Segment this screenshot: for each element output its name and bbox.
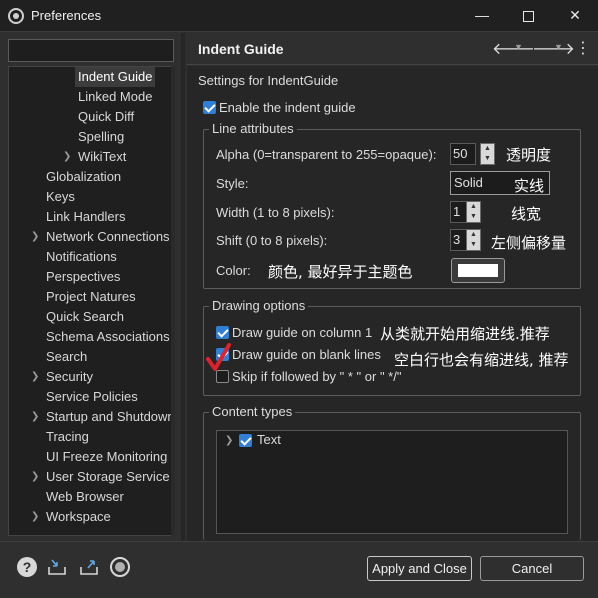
apply-and-close-button[interactable]: Apply and Close	[367, 556, 472, 581]
tree-item-user-storage-service[interactable]: User Storage Service	[46, 467, 170, 487]
tree-item-security[interactable]: Security	[46, 367, 93, 387]
forward-dropdown-icon[interactable]: ▼	[554, 42, 563, 52]
shift-annotation: 左侧偏移量	[491, 234, 567, 252]
color-label: Color:	[216, 263, 251, 278]
enable-indent-guide-label[interactable]: Enable the indent guide	[219, 100, 356, 115]
width-label: Width (1 to 8 pixels):	[216, 205, 335, 220]
spin-down-icon[interactable]: ▼	[467, 212, 480, 222]
tree-item-spelling[interactable]: Spelling	[78, 127, 124, 147]
skip-comment-checkbox[interactable]	[216, 370, 229, 383]
filter-input[interactable]	[8, 39, 174, 62]
width-annotation: 线宽	[511, 205, 542, 223]
spin-down-icon[interactable]: ▼	[481, 154, 494, 164]
alpha-spinner[interactable]: ▲ ▼	[480, 143, 495, 165]
preferences-tree[interactable]: Indent Guide Linked Mode Quick Diff Spel…	[8, 66, 174, 536]
maximize-button[interactable]	[505, 0, 551, 32]
window-title: Preferences	[31, 8, 102, 23]
style-value: Solid	[454, 175, 483, 190]
title-bar: Preferences — ✕	[0, 0, 598, 32]
chevron-right-icon[interactable]: ❯	[31, 367, 39, 387]
draw-blank-lines-label[interactable]: Draw guide on blank lines	[232, 347, 381, 362]
alpha-annotation: 透明度	[506, 146, 552, 164]
tree-item-perspectives[interactable]: Perspectives	[46, 267, 120, 287]
color-annotation: 颜色, 最好异于主题色	[268, 263, 413, 281]
sash-divider[interactable]	[181, 33, 185, 541]
chevron-right-icon[interactable]: ❯	[31, 407, 39, 427]
enable-indent-guide-checkbox[interactable]	[203, 101, 216, 114]
tree-item-globalization[interactable]: Globalization	[46, 167, 121, 187]
content-types-title: Content types	[209, 405, 296, 419]
tree-item-keys[interactable]: Keys	[46, 187, 75, 207]
draw-column1-checkbox[interactable]	[216, 326, 229, 339]
color-swatch	[458, 264, 498, 277]
tree-item-wikitext[interactable]: WikiText	[78, 147, 126, 167]
chevron-right-icon[interactable]: ❯	[31, 467, 39, 487]
tree-item-link-handlers[interactable]: Link Handlers	[46, 207, 126, 227]
chevron-right-icon[interactable]: ❯	[31, 227, 39, 247]
cancel-button[interactable]: Cancel	[480, 556, 584, 581]
tree-item-indent-guide[interactable]: Indent Guide	[75, 67, 156, 87]
page-title: Indent Guide	[198, 41, 284, 57]
content-type-text-checkbox[interactable]	[239, 434, 252, 447]
settings-label: Settings for IndentGuide	[198, 73, 339, 88]
draw-column1-label[interactable]: Draw guide on column 1	[232, 325, 372, 340]
chevron-right-icon[interactable]: ❯	[63, 147, 71, 167]
spin-up-icon[interactable]: ▲	[467, 230, 480, 240]
maximize-icon	[522, 10, 534, 22]
line-attributes-title: Line attributes	[209, 122, 297, 136]
tree-item-project-natures[interactable]: Project Natures	[46, 287, 136, 307]
chevron-right-icon[interactable]: ❯	[225, 431, 233, 451]
record-icon[interactable]	[110, 557, 130, 577]
tree-item-quick-diff[interactable]: Quick Diff	[78, 107, 134, 127]
red-check-mark-icon	[206, 343, 231, 371]
style-annotation: 实线	[514, 177, 545, 195]
help-icon[interactable]: ?	[17, 557, 37, 577]
tree-item-ui-freeze-monitoring[interactable]: UI Freeze Monitoring	[46, 447, 167, 467]
tree-item-network-connections[interactable]: Network Connections	[46, 227, 170, 247]
import-icon[interactable]	[47, 557, 67, 577]
tree-item-workspace[interactable]: Workspace	[46, 507, 111, 527]
draw-blank-lines-annotation: 空白行也会有缩进线, 推荐	[394, 351, 569, 369]
tree-item-notifications[interactable]: Notifications	[46, 247, 117, 267]
tree-item-service-policies[interactable]: Service Policies	[46, 387, 138, 407]
back-dropdown-icon[interactable]: ▼	[514, 42, 523, 52]
draw-column1-annotation: 从类就开始用缩进线.推荐	[380, 325, 550, 343]
tree-item-tracing[interactable]: Tracing	[46, 427, 89, 447]
spin-up-icon[interactable]: ▲	[467, 202, 480, 212]
tree-scrollbar[interactable]	[171, 66, 175, 536]
content-types-tree[interactable]: ❯ Text	[216, 430, 568, 534]
tree-item-schema-associations[interactable]: Schema Associations	[46, 327, 170, 347]
page-header: Indent Guide 🡐 ▼ 🡒 ▼ ⋮	[187, 33, 598, 65]
skip-comment-label[interactable]: Skip if followed by " * " or " */"	[232, 369, 401, 384]
tree-item-quick-search[interactable]: Quick Search	[46, 307, 124, 327]
style-label: Style:	[216, 176, 249, 191]
app-icon	[8, 8, 24, 24]
shift-label: Shift (0 to 8 pixels):	[216, 233, 328, 248]
width-spinner[interactable]: ▲ ▼	[466, 201, 481, 223]
drawing-options-title: Drawing options	[209, 299, 309, 313]
spin-down-icon[interactable]: ▼	[467, 240, 480, 250]
alpha-label: Alpha (0=transparent to 255=opaque):	[216, 147, 437, 162]
color-picker-button[interactable]	[451, 258, 505, 283]
alpha-input[interactable]: 50	[450, 143, 476, 165]
spin-up-icon[interactable]: ▲	[481, 144, 494, 154]
export-icon[interactable]	[79, 557, 99, 577]
shift-spinner[interactable]: ▲ ▼	[466, 229, 481, 251]
tree-item-search[interactable]: Search	[46, 347, 87, 367]
tree-item-startup-shutdown[interactable]: Startup and Shutdown	[46, 407, 173, 427]
close-button[interactable]: ✕	[552, 0, 598, 32]
minimize-button[interactable]: —	[459, 0, 505, 32]
tree-item-linked-mode[interactable]: Linked Mode	[78, 87, 152, 107]
view-menu-icon[interactable]: ⋮	[575, 38, 591, 58]
tree-item-web-browser[interactable]: Web Browser	[46, 487, 124, 507]
chevron-right-icon[interactable]: ❯	[31, 507, 39, 527]
content-type-text-label[interactable]: Text	[257, 432, 281, 447]
